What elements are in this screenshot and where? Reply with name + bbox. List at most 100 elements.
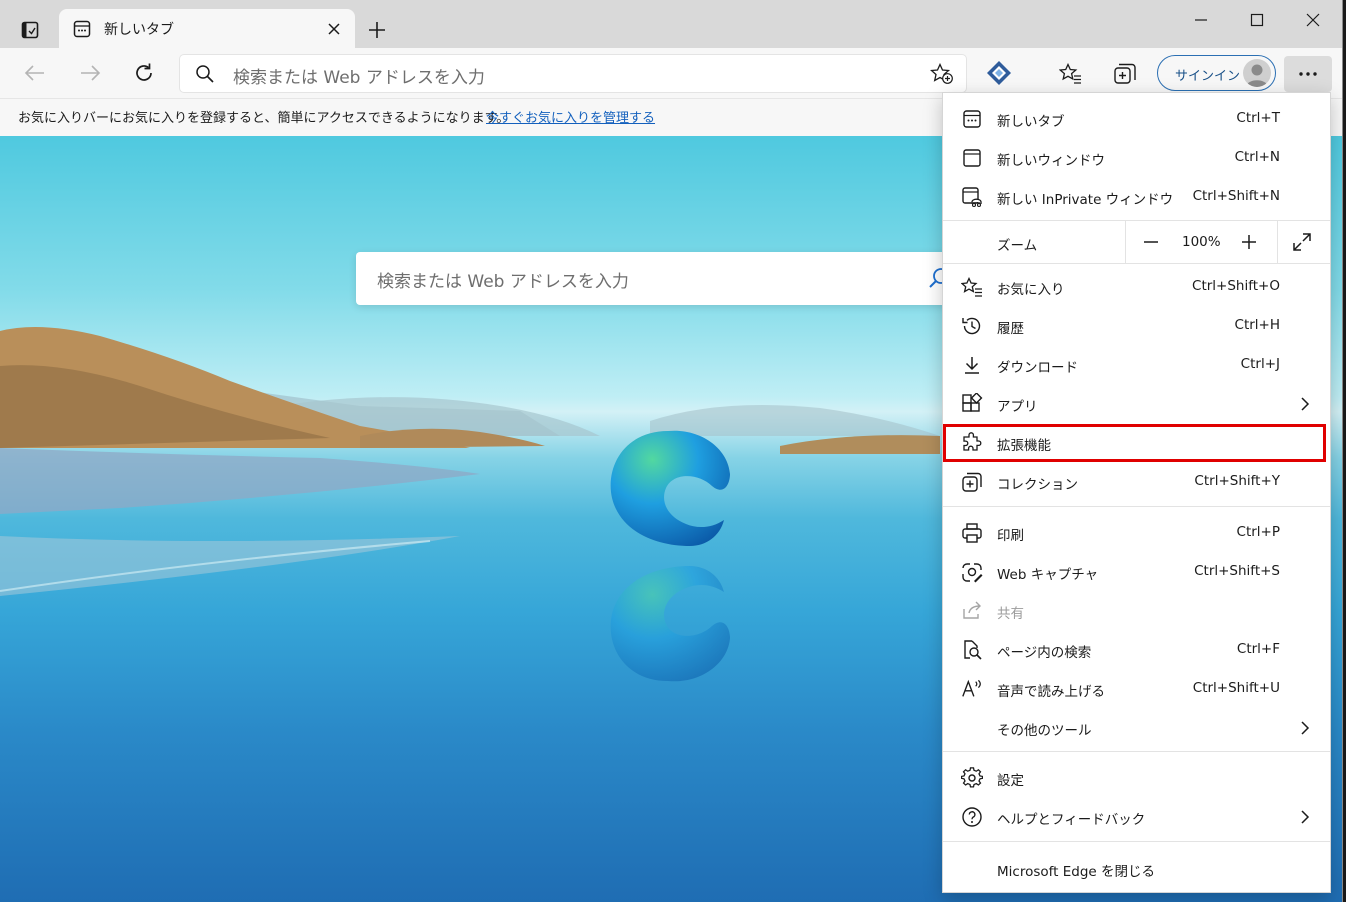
menu-item-label: アプリ bbox=[997, 399, 1038, 415]
menu-item-label: ページ内の検索 bbox=[997, 645, 1092, 661]
menu-item-print[interactable]: 印刷 Ctrl+P bbox=[943, 513, 1330, 552]
menu-item-label: 印刷 bbox=[997, 528, 1024, 544]
close-window-icon[interactable] bbox=[1286, 6, 1340, 34]
menu-item-label: 音声で読み上げる bbox=[997, 684, 1105, 700]
refresh-icon[interactable] bbox=[129, 59, 159, 87]
menu-item-label: 共有 bbox=[997, 606, 1024, 622]
zoom-out-icon[interactable] bbox=[1138, 230, 1164, 254]
new-tab-favicon bbox=[73, 20, 91, 38]
web-capture-icon bbox=[961, 561, 983, 583]
zoom-in-icon[interactable] bbox=[1236, 230, 1262, 254]
menu-divider bbox=[943, 506, 1330, 507]
minimize-icon[interactable] bbox=[1174, 6, 1228, 34]
menu-item-new-tab[interactable]: 新しいタブ Ctrl+T bbox=[943, 99, 1330, 138]
settings-and-more-menu: 新しいタブ Ctrl+T 新しいウィンドウ Ctrl+N 新しい InPriva… bbox=[942, 92, 1331, 893]
menu-item-apps[interactable]: アプリ bbox=[943, 384, 1330, 423]
history-icon bbox=[961, 315, 983, 337]
edge-logo bbox=[610, 430, 730, 546]
menu-item-label: その他のツール bbox=[997, 723, 1092, 739]
menu-item-label: ヘルプとフィードバック bbox=[997, 812, 1146, 828]
menu-item-help[interactable]: ヘルプとフィードバック bbox=[943, 797, 1330, 836]
menu-item-shortcut: Ctrl+Shift+Y bbox=[1194, 473, 1280, 489]
menu-item-label: お気に入り bbox=[997, 282, 1065, 298]
chevron-right-icon bbox=[1300, 720, 1310, 740]
apps-icon bbox=[961, 393, 983, 415]
menu-item-find[interactable]: ページ内の検索 Ctrl+F bbox=[943, 630, 1330, 669]
menu-item-collections[interactable]: コレクション Ctrl+Shift+Y bbox=[943, 462, 1330, 501]
menu-item-favorites[interactable]: お気に入り Ctrl+Shift+O bbox=[943, 267, 1330, 306]
close-icon[interactable] bbox=[325, 20, 343, 38]
menu-item-label: ダウンロード bbox=[997, 360, 1078, 376]
menu-item-new-window[interactable]: 新しいウィンドウ Ctrl+N bbox=[943, 138, 1330, 177]
menu-item-web-capture[interactable]: Web キャプチャ Ctrl+Shift+S bbox=[943, 552, 1330, 591]
menu-item-label: 拡張機能 bbox=[997, 438, 1051, 454]
menu-item-shortcut: Ctrl+Shift+S bbox=[1194, 563, 1280, 579]
add-favorite-icon[interactable] bbox=[929, 62, 954, 89]
menu-item-label: 新しいタブ bbox=[997, 114, 1065, 130]
menu-item-read-aloud[interactable]: 音声で読み上げる Ctrl+Shift+U bbox=[943, 669, 1330, 708]
menu-item-downloads[interactable]: ダウンロード Ctrl+J bbox=[943, 345, 1330, 384]
read-aloud-icon bbox=[961, 678, 983, 700]
fullscreen-icon[interactable] bbox=[1289, 230, 1315, 254]
menu-item-label: 新しいウィンドウ bbox=[997, 153, 1105, 169]
new-window-icon bbox=[961, 147, 983, 169]
edge-logo-reflection bbox=[610, 566, 730, 682]
search-icon bbox=[195, 64, 215, 88]
address-placeholder: 検索または Web アドレスを入力 bbox=[233, 68, 485, 88]
menu-item-shortcut: Ctrl+Shift+O bbox=[1192, 278, 1280, 294]
collections-icon[interactable] bbox=[1111, 60, 1139, 88]
manage-favorites-link[interactable]: 今すぐお気に入りを管理する bbox=[486, 107, 655, 126]
tab-actions-icon[interactable] bbox=[14, 15, 46, 45]
favorites-bar-message: お気に入りバーにお気に入りを登録すると、簡単にアクセスできるようになります。 bbox=[18, 111, 510, 126]
menu-item-extensions[interactable]: 拡張機能 bbox=[943, 423, 1330, 462]
inprivate-icon bbox=[961, 186, 983, 208]
menu-item-share[interactable]: 共有 bbox=[943, 591, 1330, 630]
chevron-right-icon bbox=[1300, 809, 1310, 829]
menu-item-settings[interactable]: 設定 bbox=[943, 758, 1330, 797]
menu-divider bbox=[943, 841, 1330, 842]
extension-icon[interactable] bbox=[985, 59, 1013, 87]
printer-icon bbox=[961, 522, 983, 544]
tab-title: 新しいタブ bbox=[104, 22, 174, 38]
menu-item-new-inprivate[interactable]: 新しい InPrivate ウィンドウ Ctrl+Shift+N bbox=[943, 177, 1330, 216]
gear-icon bbox=[961, 767, 983, 789]
menu-item-more-tools[interactable]: その他のツール bbox=[943, 708, 1330, 747]
menu-item-shortcut: Ctrl+J bbox=[1240, 356, 1280, 372]
menu-item-shortcut: Ctrl+H bbox=[1234, 317, 1280, 333]
menu-zoom-row: ズーム 100% bbox=[943, 221, 1330, 263]
tab-new-tab[interactable]: 新しいタブ bbox=[59, 9, 355, 49]
menu-item-label: 新しい InPrivate ウィンドウ bbox=[997, 192, 1174, 208]
menu-item-label: 設定 bbox=[997, 773, 1024, 789]
zoom-divider bbox=[1125, 221, 1126, 263]
menu-item-shortcut: Ctrl+P bbox=[1236, 524, 1280, 540]
menu-item-shortcut: Ctrl+Shift+U bbox=[1192, 680, 1280, 696]
forward-icon[interactable] bbox=[75, 59, 105, 87]
share-icon bbox=[961, 600, 983, 622]
menu-divider bbox=[943, 751, 1330, 752]
zoom-label: ズーム bbox=[997, 238, 1038, 254]
tab-strip: 新しいタブ bbox=[0, 0, 1342, 49]
download-icon bbox=[961, 354, 983, 376]
find-in-page-icon bbox=[961, 639, 983, 661]
page-search-box[interactable]: 検索または Web アドレスを入力 bbox=[356, 252, 956, 305]
signin-label: サインイン bbox=[1175, 69, 1241, 84]
menu-item-label: コレクション bbox=[997, 477, 1078, 493]
menu-item-label: Web キャプチャ bbox=[997, 567, 1099, 583]
favorites-icon bbox=[961, 276, 983, 298]
more-icon[interactable] bbox=[1284, 56, 1332, 92]
menu-item-close-edge[interactable]: Microsoft Edge を閉じる bbox=[943, 849, 1330, 888]
new-tab-icon bbox=[961, 108, 983, 130]
collections-icon bbox=[961, 471, 983, 493]
signin-button[interactable]: サインイン bbox=[1157, 55, 1276, 91]
menu-item-shortcut: Ctrl+T bbox=[1236, 110, 1280, 126]
menu-item-label: 履歴 bbox=[997, 321, 1024, 337]
menu-item-shortcut: Ctrl+N bbox=[1234, 149, 1280, 165]
menu-item-history[interactable]: 履歴 Ctrl+H bbox=[943, 306, 1330, 345]
plus-icon[interactable] bbox=[364, 17, 390, 43]
maximize-icon[interactable] bbox=[1230, 6, 1284, 34]
back-icon[interactable] bbox=[20, 59, 50, 87]
favorites-icon[interactable] bbox=[1057, 60, 1085, 88]
chevron-right-icon bbox=[1300, 396, 1310, 416]
menu-item-label: Microsoft Edge を閉じる bbox=[997, 864, 1155, 880]
address-bar[interactable]: 検索または Web アドレスを入力 bbox=[180, 55, 966, 92]
